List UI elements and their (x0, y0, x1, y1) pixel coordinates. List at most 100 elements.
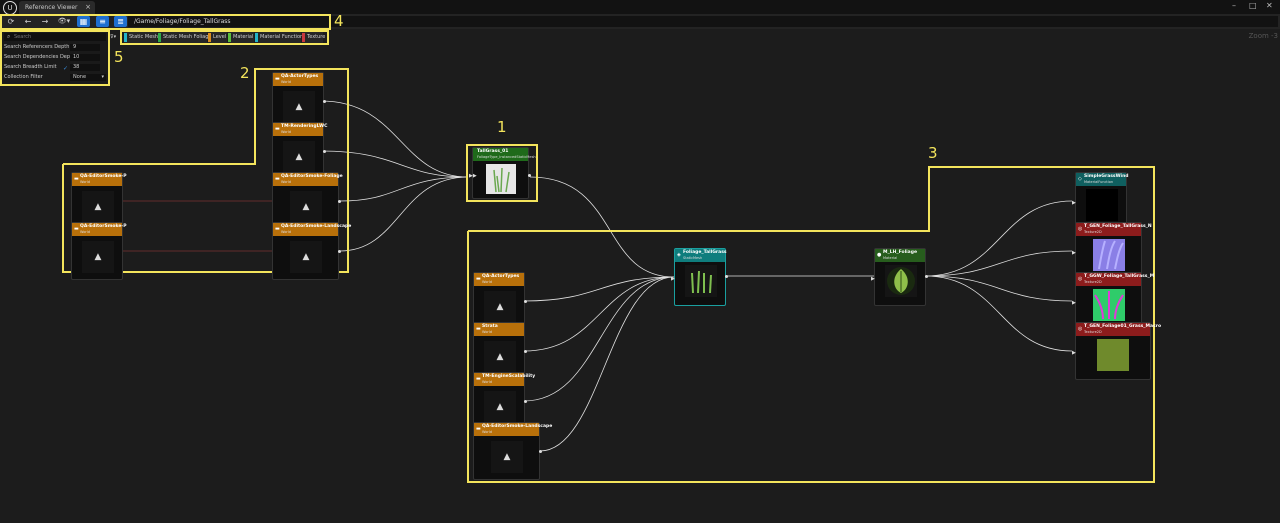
level-icon: ▬ (476, 326, 481, 332)
node-type: World (482, 380, 493, 384)
node-title: QA-EditorSmoke-P (80, 224, 127, 229)
node-title: SimpleGrassWind (1084, 174, 1129, 179)
input-pin[interactable]: ▶ (1072, 300, 1076, 306)
node-thumbnail: ▲ (82, 191, 114, 223)
output-pin[interactable] (725, 275, 728, 278)
node-title: TallGrass_01 (477, 149, 509, 154)
node-title: QA-EditorSmoke-Landscape (281, 224, 352, 229)
material-icon: ● (877, 252, 882, 258)
node-tallgrass-01[interactable]: TallGrass_01 FoliageType_InstancedStaticM… (469, 147, 536, 199)
input-pin[interactable]: ▶ (871, 276, 875, 282)
node-title: T_GEN_Foliage_TallGrass_N (1084, 224, 1152, 229)
node-type: World (80, 180, 91, 184)
node-type: World (281, 230, 292, 234)
level-icon: ▬ (275, 76, 280, 82)
node-type: World (281, 180, 292, 184)
output-pin[interactable] (528, 174, 531, 177)
mountain-icon: ▲ (503, 452, 511, 462)
texture-icon: ◎ (1078, 326, 1083, 332)
node-thumbnail: ▲ (283, 141, 315, 173)
node-type: Texture2D (1084, 230, 1102, 234)
node-type: World (80, 230, 91, 234)
function-thumbnail (1086, 189, 1118, 221)
input-pin[interactable]: ▶▶ (469, 173, 477, 179)
level-icon: ▬ (275, 226, 280, 232)
mountain-icon: ▲ (295, 152, 303, 162)
node-type: StaticMesh (683, 256, 703, 260)
input-pin[interactable]: ▶ (1072, 250, 1076, 256)
annotation-1: 1 (497, 118, 507, 136)
node-m-lh-foliage[interactable]: ● M_LH_Foliage Material ▶ (871, 248, 928, 306)
node-title: QA-EditorSmoke-Foliage (281, 174, 343, 179)
mountain-icon: ▲ (295, 102, 303, 112)
output-pin[interactable] (338, 250, 341, 253)
node-title: QA-ActorTypes (482, 274, 520, 279)
node-thumbnail: ▲ (290, 241, 322, 273)
node-thumbnail: ▲ (283, 91, 315, 123)
annotation-2: 2 (240, 64, 250, 82)
node-type: Texture2D (1084, 280, 1102, 284)
output-pin[interactable] (539, 450, 542, 453)
node-title: Foliage_TallGrass (683, 250, 727, 255)
node-type: World (281, 80, 292, 84)
node-title: M_LH_Foliage (883, 250, 917, 255)
node-thumbnail: ▲ (290, 191, 322, 223)
input-pin[interactable]: ▶ (1072, 350, 1076, 356)
node-title: TM-RenderingLWC (281, 124, 328, 129)
mountain-icon: ▲ (302, 252, 310, 262)
output-pin[interactable] (524, 300, 527, 303)
node-title: T_GGW_Foliage_TallGrass_M (1084, 274, 1155, 279)
node-qa-editorsmoke-landscape-2[interactable]: ▬ QA-EditorSmoke-Landscape World ▲ (473, 422, 552, 480)
material-function-icon: ◇ (1078, 176, 1082, 182)
node-qa-editorsmoke-landscape-1[interactable]: ▬ QA-EditorSmoke-Landscape World ▲ (272, 222, 351, 280)
mountain-icon: ▲ (496, 402, 504, 412)
level-icon: ▬ (476, 376, 481, 382)
output-pin[interactable] (925, 275, 928, 278)
node-type: World (281, 130, 292, 134)
level-icon: ▬ (476, 276, 481, 282)
node-thumbnail: ▲ (484, 391, 516, 423)
level-icon: ▬ (275, 126, 280, 132)
node-type: Texture2D (1084, 330, 1102, 334)
mountain-icon: ▲ (94, 202, 102, 212)
node-type: MaterialFunction (1084, 180, 1114, 184)
output-pin[interactable] (524, 350, 527, 353)
node-thumbnail: ▲ (484, 291, 516, 323)
node-thumbnail: ▲ (82, 241, 114, 273)
node-title: QA-ActorTypes (281, 74, 319, 79)
level-icon: ▬ (476, 426, 481, 432)
level-icon: ▬ (74, 226, 79, 232)
node-title: Strata (482, 324, 498, 329)
mountain-icon: ▲ (94, 252, 102, 262)
static-mesh-icon: ◈ (677, 252, 681, 258)
macro-texture-thumbnail (1097, 339, 1129, 371)
node-type: World (482, 280, 493, 284)
mountain-icon: ▲ (496, 302, 504, 312)
material-thumbnail (885, 265, 917, 297)
output-pin[interactable] (323, 100, 326, 103)
output-pin[interactable] (524, 400, 527, 403)
mesh-thumbnail (685, 265, 717, 297)
input-pin[interactable]: ▶ (1072, 200, 1076, 206)
node-thumbnail: ▲ (484, 341, 516, 373)
texture-icon: ◎ (1078, 276, 1083, 282)
node-type: FoliageType_InstancedStaticMesh (477, 155, 536, 159)
node-title: QA-EditorSmoke-P (80, 174, 127, 179)
output-pin[interactable] (323, 150, 326, 153)
grass-thumbnail (486, 164, 516, 194)
input-pin[interactable]: ▶ (671, 276, 675, 282)
annotation-4: 4 (334, 12, 344, 30)
texture-icon: ◎ (1078, 226, 1083, 232)
node-type: World (482, 430, 493, 434)
level-icon: ▬ (74, 176, 79, 182)
node-t-gen-foliage01-grass-macro[interactable]: ◎ T_GEN_Foliage01_Grass_Macro Texture2D ▶ (1072, 322, 1161, 380)
annotation-3: 3 (928, 144, 938, 162)
node-qa-editorsmoke-p-2[interactable]: ▬ QA-EditorSmoke-P World ▲ (71, 222, 127, 280)
output-pin[interactable] (338, 200, 341, 203)
normal-map-thumbnail (1093, 239, 1125, 271)
node-type: Material (883, 256, 898, 260)
node-foliage-tallgrass[interactable]: ◈ Foliage_TallGrass StaticMesh ▶ (671, 248, 728, 306)
annotation-5: 5 (114, 48, 124, 66)
level-icon: ▬ (275, 176, 280, 182)
node-title: T_GEN_Foliage01_Grass_Macro (1084, 324, 1162, 329)
